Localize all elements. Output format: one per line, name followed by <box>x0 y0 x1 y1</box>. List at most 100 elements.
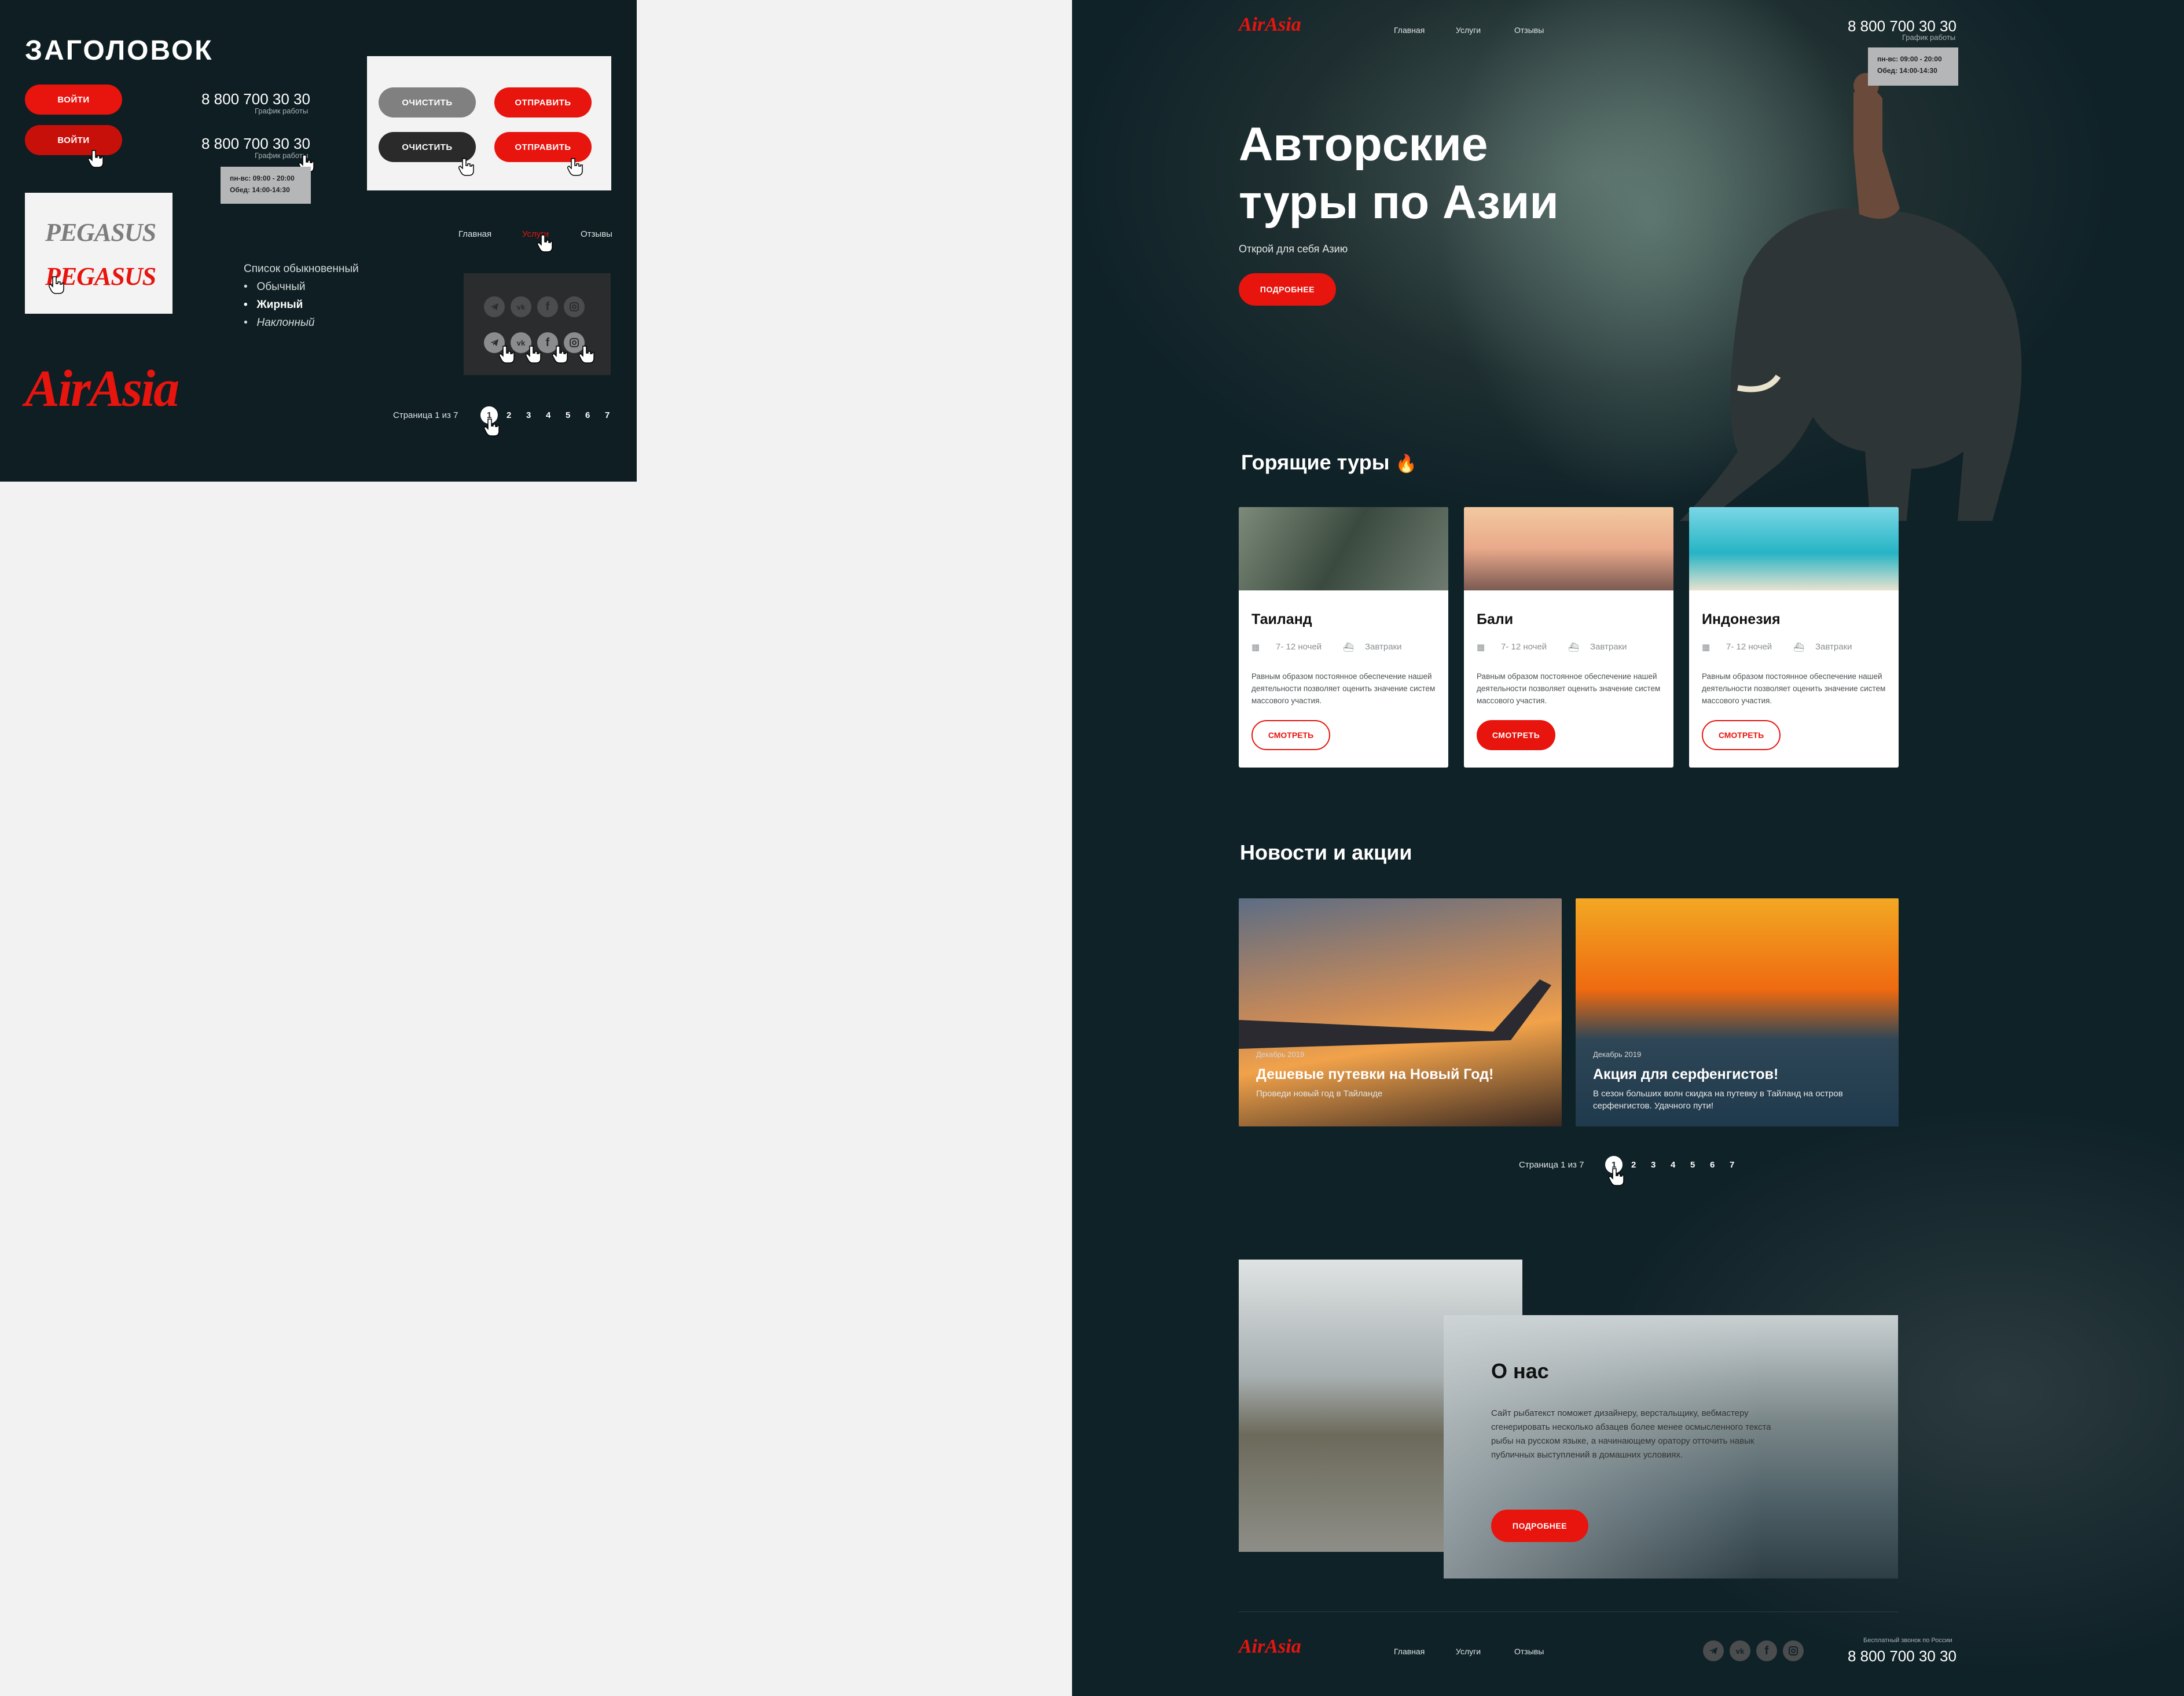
about-card: О нас Сайт рыбатекст поможет дизайнеру, … <box>1444 1315 1898 1578</box>
fire-icon: 🔥 <box>1395 454 1417 473</box>
ui-kit-panel: ЗАГОЛОВОК ВОЙТИ ВОЙТИ 8 800 700 30 30 Гр… <box>0 0 637 482</box>
footer-nav-reviews[interactable]: Отзывы <box>1514 1647 1544 1656</box>
news-date: Декабрь 2019 <box>1256 1050 1305 1059</box>
header-schedule-tooltip: пн-вс: 09:00 - 20:00 Обед: 14:00-14:30 <box>1868 47 1958 86</box>
ship-icon: ⛴ <box>1793 643 1805 652</box>
page-number[interactable]: 7 <box>605 410 610 420</box>
nav-item-home[interactable]: Главная <box>458 229 491 239</box>
page-number[interactable]: 3 <box>526 410 531 420</box>
tour-description: Равным образом постоянное обеспечение на… <box>1477 672 1661 705</box>
news-card[interactable]: Декабрь 2019 Акция для серфенгистов! В с… <box>1576 898 1899 1126</box>
nav-item-reviews[interactable]: Отзывы <box>581 229 612 239</box>
pegasus-logo[interactable]: PEGASUS <box>45 218 156 247</box>
header-schedule-label[interactable]: График работы <box>1902 33 1955 42</box>
list-item-regular: • Обычный <box>244 281 306 293</box>
tour-image <box>1464 507 1673 590</box>
hero-more-button[interactable]: ПОДРОБНЕЕ <box>1239 273 1336 306</box>
news-card[interactable]: Декабрь 2019 Дешевые путевки на Новый Го… <box>1239 898 1562 1126</box>
hand-cursor-icon <box>49 276 64 294</box>
tour-nights: 7- 12 ночей <box>1276 642 1322 652</box>
telegram-icon[interactable] <box>1703 1640 1724 1661</box>
login-button-hover[interactable]: ВОЙТИ <box>25 125 122 155</box>
facebook-icon[interactable]: f <box>537 296 558 317</box>
page-number[interactable]: 7 <box>1730 1160 1734 1170</box>
instagram-icon[interactable] <box>1783 1640 1804 1661</box>
page-number[interactable]: 4 <box>546 410 550 420</box>
tour-card[interactable]: Таиланд ▦ 7- 12 ночей ⛴ Завтраки Равным … <box>1239 507 1448 768</box>
footer-logo[interactable]: AirAsia <box>1239 1636 1301 1658</box>
hand-cursor-icon <box>1609 1168 1624 1186</box>
hand-cursor-icon <box>526 346 541 364</box>
news-title: Дешевые путевки на Новый Год! <box>1256 1066 1494 1082</box>
tooltip-line: пн-вс: 09:00 - 20:00 <box>1877 55 1942 63</box>
about-text: Сайт рыбатекст поможет дизайнеру, верста… <box>1491 1408 1771 1460</box>
tour-food: Завтраки <box>1365 642 1402 652</box>
login-button[interactable]: ВОЙТИ <box>25 85 122 115</box>
page-number[interactable]: 5 <box>1690 1160 1695 1170</box>
news-date: Декабрь 2019 <box>1593 1050 1642 1059</box>
hand-cursor-icon <box>484 419 500 436</box>
vk-icon[interactable]: vk <box>1730 1640 1750 1661</box>
site-mockup: AirAsia Главная Услуги Отзывы 8 800 700 … <box>1072 0 2184 1696</box>
page-number[interactable]: 2 <box>1631 1160 1636 1170</box>
hand-cursor-icon <box>458 158 474 176</box>
airasia-logo[interactable]: AirAsia <box>25 359 179 419</box>
tour-title: Бали <box>1477 611 1514 627</box>
news-subtitle: Проведи новый год в Тайланде <box>1256 1089 1383 1099</box>
calendar-icon: ▦ <box>1477 643 1485 652</box>
telegram-icon[interactable] <box>484 296 505 317</box>
list-caption: Список обыкновенный <box>244 263 359 275</box>
tour-nights: 7- 12 ночей <box>1726 642 1772 652</box>
vk-icon[interactable]: vk <box>511 296 531 317</box>
list-item-text: Наклонный <box>256 317 315 329</box>
clear-button[interactable]: ОЧИСТИТЬ <box>379 87 476 118</box>
hand-cursor-icon <box>537 234 553 252</box>
page-number[interactable]: 6 <box>1710 1160 1715 1170</box>
phone-number-hover[interactable]: 8 800 700 30 30 <box>201 135 310 153</box>
tour-description: Равным образом постоянное обеспечение на… <box>1702 672 1886 705</box>
page-number[interactable]: 3 <box>1651 1160 1656 1170</box>
pager-label: Страница 1 из 7 <box>393 410 458 420</box>
schedule-tooltip: пн-вс: 09:00 - 20:00 Обед: 14:00-14:30 <box>221 167 311 204</box>
page-number[interactable]: 5 <box>566 410 570 420</box>
tooltip-line: Обед: 14:00-14:30 <box>230 186 290 194</box>
phone-number[interactable]: 8 800 700 30 30 <box>201 90 310 108</box>
page-number[interactable]: 6 <box>585 410 590 420</box>
list-item-text: Жирный <box>256 299 303 311</box>
hand-cursor-icon <box>567 158 583 176</box>
hand-cursor-icon <box>552 346 568 364</box>
footer-phone[interactable]: 8 800 700 30 30 <box>1848 1647 1957 1665</box>
instagram-icon[interactable] <box>564 296 585 317</box>
list-item-bold: • Жирный <box>244 299 303 311</box>
page-number[interactable]: 4 <box>1671 1160 1675 1170</box>
nav-item-services[interactable]: Услуги <box>1456 25 1481 35</box>
view-tour-button[interactable]: СМОТРЕТЬ <box>1702 720 1781 750</box>
footer-nav-home[interactable]: Главная <box>1394 1647 1425 1656</box>
hot-tours-title-text: Горящие туры <box>1241 450 1390 474</box>
tour-card[interactable]: Бали ▦ 7- 12 ночей ⛴ Завтраки Равным обр… <box>1464 507 1673 768</box>
view-tour-button-hover[interactable]: СМОТРЕТЬ <box>1477 720 1555 750</box>
tooltip-line: Обед: 14:00-14:30 <box>1877 67 1937 75</box>
news-title: Акция для серфенгистов! <box>1593 1066 1779 1082</box>
facebook-icon[interactable]: f <box>1756 1640 1777 1661</box>
hero-title-line: Авторские <box>1239 118 1488 171</box>
ship-icon: ⛴ <box>1343 643 1355 652</box>
hero-title-line: туры по Азии <box>1239 176 1559 229</box>
hot-tours-title: Горящие туры 🔥 <box>1241 450 1417 475</box>
nav-item-home[interactable]: Главная <box>1394 25 1425 35</box>
hand-cursor-icon <box>579 346 594 364</box>
footer-nav-services[interactable]: Услуги <box>1456 1647 1481 1656</box>
list-item-italic: • Наклонный <box>244 317 315 329</box>
logo-panel <box>25 193 172 314</box>
page-number[interactable]: 2 <box>506 410 511 420</box>
view-tour-button[interactable]: СМОТРЕТЬ <box>1251 720 1330 750</box>
news-subtitle: В сезон больших волн скидка на путевку в… <box>1593 1089 1843 1111</box>
hero-subtitle: Открой для себя Азию <box>1239 243 1348 255</box>
tour-card[interactable]: Индонезия ▦ 7- 12 ночей ⛴ Завтраки Равны… <box>1689 507 1899 768</box>
calendar-icon: ▦ <box>1702 643 1711 652</box>
send-button[interactable]: ОТПРАВИТЬ <box>494 87 592 118</box>
nav-item-reviews[interactable]: Отзывы <box>1514 25 1544 35</box>
about-more-button[interactable]: ПОДРОБНЕЕ <box>1491 1510 1588 1542</box>
site-logo[interactable]: AirAsia <box>1239 14 1301 36</box>
news-section-title: Новости и акции <box>1240 840 1412 864</box>
